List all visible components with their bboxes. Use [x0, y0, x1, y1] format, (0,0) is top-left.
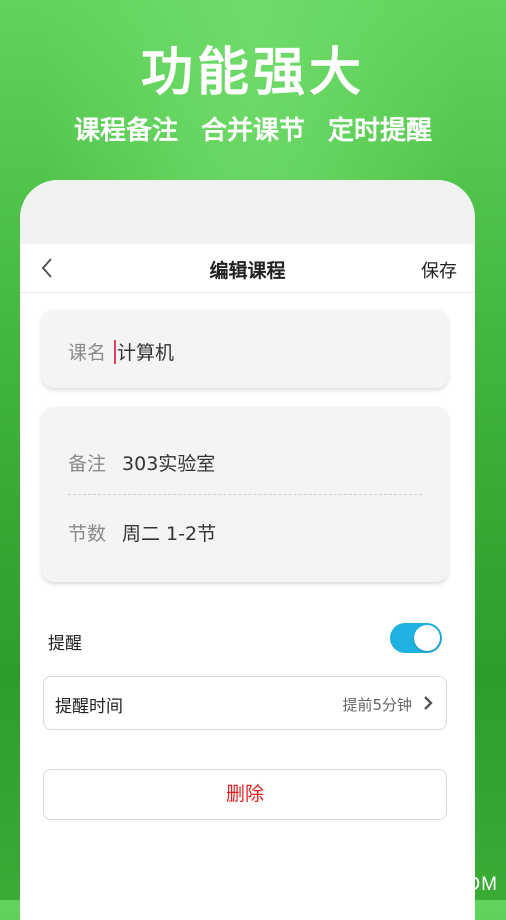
reminder-label: 提醒 [48, 634, 82, 654]
toggle-knob [414, 625, 440, 651]
course-name-label: 课名 [68, 342, 107, 364]
reminder-time-label: 提醒时间 [55, 697, 123, 717]
course-name-input[interactable]: 计算机 [117, 338, 174, 365]
course-name-card[interactable]: 课名 计算机 [42, 310, 448, 388]
phone-status-area [20, 180, 475, 244]
note-label: 备注 [68, 453, 107, 475]
promo-title: 功能强大 [140, 43, 365, 103]
note-value[interactable]: 303实验室 [122, 449, 215, 476]
phone-frame: 编辑课程 保存 课名 计算机 备注 303实验室 节数 周二 1-2节 提醒 提… [20, 180, 475, 920]
note-row[interactable]: 备注 303实验室 [68, 449, 215, 476]
page-title: 编辑课程 [209, 260, 286, 282]
chevron-right-icon [424, 696, 433, 710]
text-cursor [114, 339, 117, 364]
reminder-time-value: 提前5分钟 [342, 696, 412, 714]
save-button[interactable]: 保存 [421, 257, 457, 283]
period-value[interactable]: 周二 1-2节 [122, 519, 216, 546]
divider [68, 494, 422, 495]
delete-button[interactable]: 删除 [43, 769, 447, 820]
period-row[interactable]: 节数 周二 1-2节 [68, 519, 216, 546]
course-details-card: 备注 303实验室 节数 周二 1-2节 [42, 407, 448, 582]
navbar: 编辑课程 保存 [20, 244, 475, 293]
reminder-time-row[interactable]: 提醒时间 提前5分钟 [43, 676, 447, 730]
watermark: QQTF.COM [389, 874, 498, 895]
promo-subtitle: 课程备注 合并课节 定时提醒 [73, 116, 433, 146]
period-label: 节数 [68, 523, 107, 545]
reminder-toggle[interactable] [390, 623, 442, 653]
